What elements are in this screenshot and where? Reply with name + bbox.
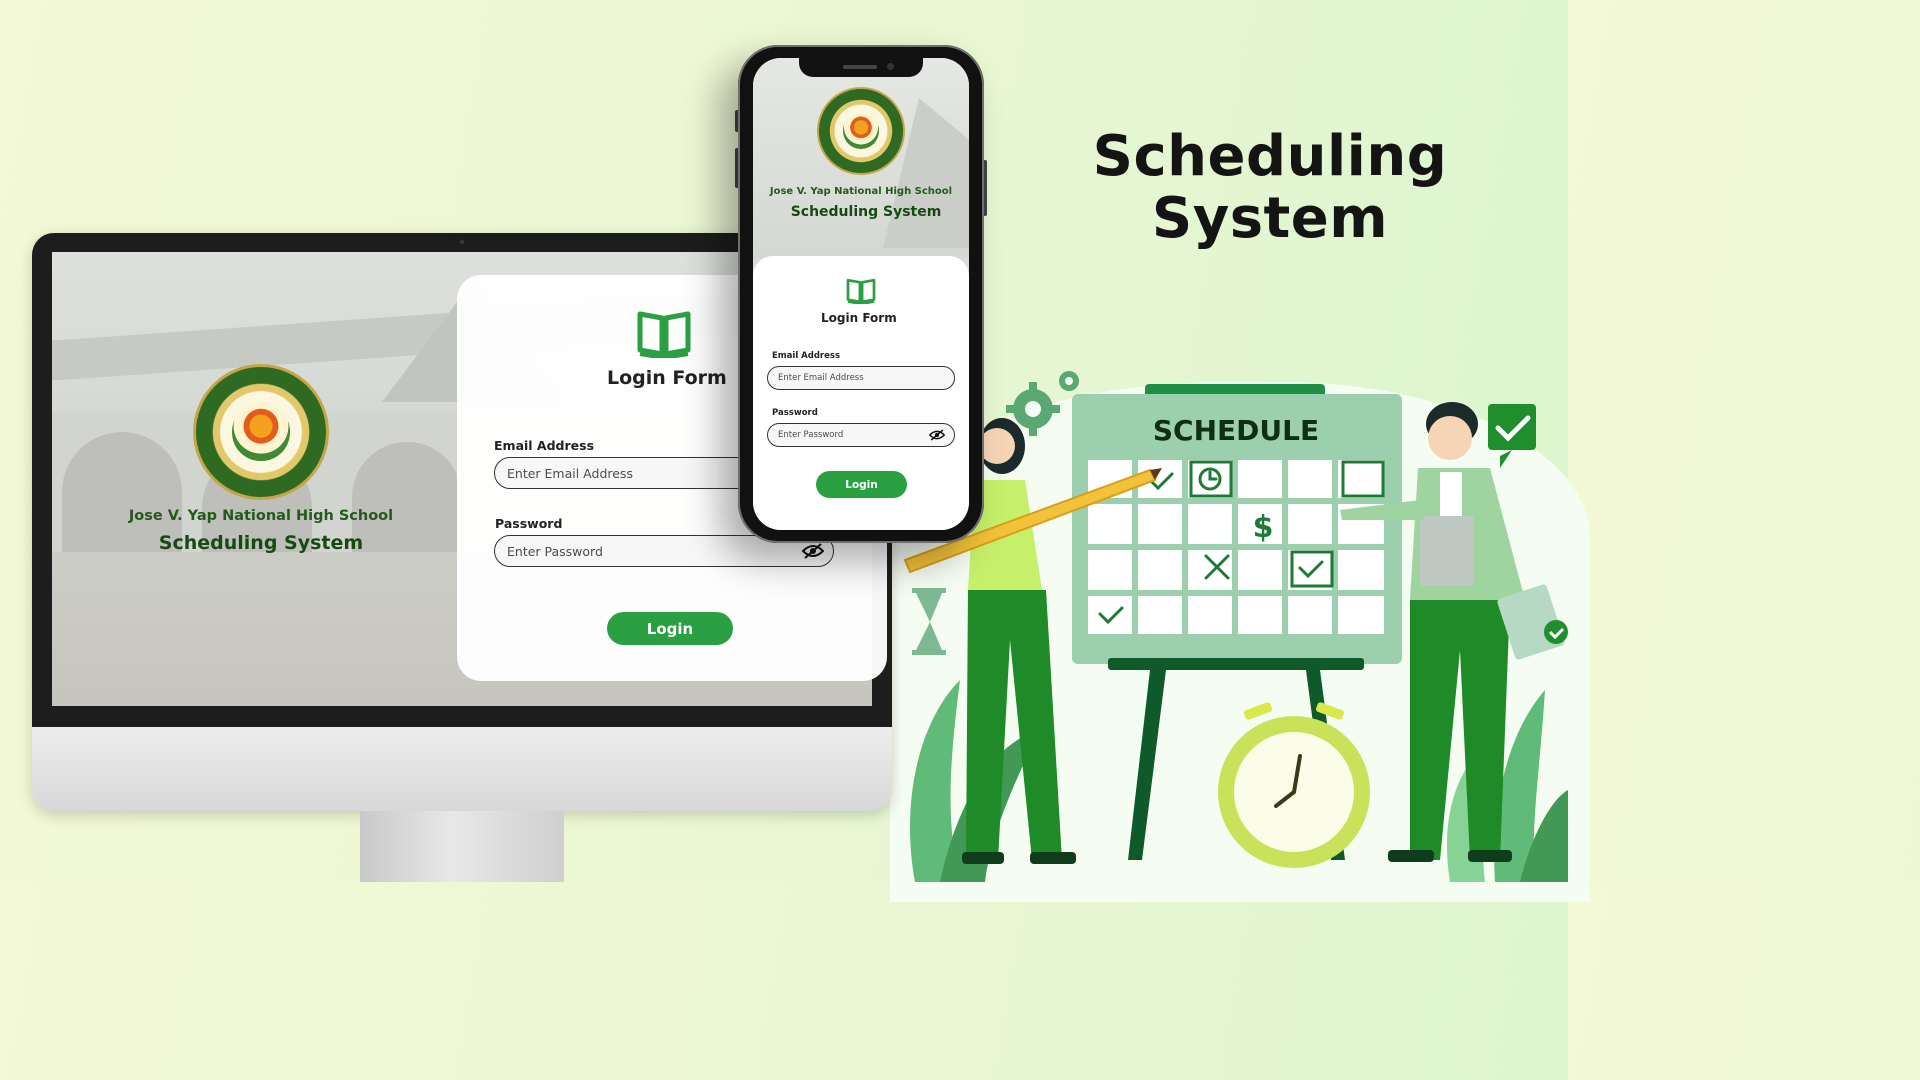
mobile-login-button[interactable]: Login (816, 471, 907, 498)
promo-title-line-1: Scheduling (1092, 124, 1448, 189)
mobile-login-form-title: Login Form (821, 311, 897, 325)
monitor-camera (460, 240, 464, 244)
email-label: Email Address (494, 438, 595, 453)
login-form-title: Login Form (607, 367, 727, 389)
mobile-password-input[interactable] (767, 423, 955, 447)
monitor-chin (32, 727, 892, 811)
mobile-system-name: Scheduling System (790, 204, 942, 220)
login-button[interactable]: Login (607, 612, 733, 645)
password-label: Password (495, 516, 563, 531)
mobile-open-book-icon (846, 278, 876, 304)
mobile-email-label: Email Address (772, 351, 841, 361)
open-book-icon (637, 311, 691, 358)
promo-title: Scheduling System (1080, 126, 1460, 250)
promo-title-line-2: System (1151, 186, 1389, 251)
mobile-email-input[interactable] (767, 366, 955, 390)
hourglass-icon (912, 588, 946, 655)
mobile-school-name: Jose V. Yap National High School (769, 186, 953, 197)
schedule-board-title: SCHEDULE (1153, 414, 1319, 447)
school-name: Jose V. Yap National High School (128, 508, 394, 524)
mobile-password-label: Password (772, 408, 818, 418)
check-bubble-icon (1488, 404, 1536, 468)
alarm-clock-icon (1218, 702, 1370, 868)
mobile-eye-off-icon[interactable] (929, 429, 945, 441)
mobile-school-seal-logo (817, 87, 905, 175)
school-seal-logo (193, 364, 329, 500)
eye-off-icon[interactable] (802, 543, 824, 559)
dollar-icon: $ (1253, 510, 1274, 545)
monitor-stand (360, 811, 564, 882)
system-name: Scheduling System (158, 532, 364, 554)
